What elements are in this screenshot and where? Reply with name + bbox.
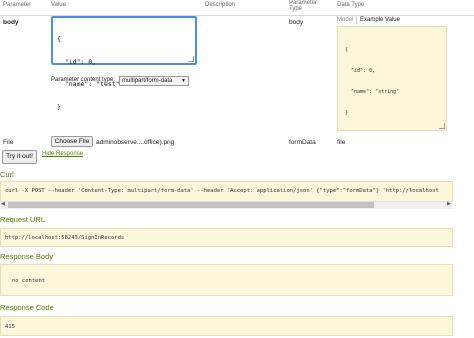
- choose-file-button[interactable]: Choose File: [51, 136, 93, 147]
- curl-section-title: Curl: [0, 170, 14, 179]
- request-url-box: http://localhost:58243/SignInRecords: [0, 228, 453, 247]
- response-body-text: no content: [12, 278, 46, 284]
- body-value-textarea[interactable]: { "id": 0, "name": "test" }: [51, 16, 197, 110]
- try-it-out-button[interactable]: Try it out!: [2, 150, 37, 164]
- response-body-section-title: Response Body: [0, 252, 53, 261]
- column-header-value: Value: [51, 2, 66, 8]
- selected-file-name: adminobserve....office).png: [96, 139, 175, 146]
- file-param-type: formData: [289, 139, 316, 146]
- column-header-description: Description: [205, 2, 236, 8]
- body-value-line: {: [57, 35, 61, 43]
- scroll-right-icon[interactable]: ▶: [447, 201, 451, 207]
- body-param-type: body: [289, 19, 304, 26]
- dropdown-arrow-icon: ▼: [181, 78, 186, 84]
- content-type-label: Parameter content type:: [51, 77, 116, 83]
- column-header-parameter-type-line2: Type: [289, 6, 303, 12]
- content-type-selected-value: multipart/form-data: [122, 78, 173, 84]
- response-body-box: no content: [0, 264, 453, 296]
- scroll-left-icon[interactable]: ◀: [1, 201, 5, 207]
- example-value-line: {: [345, 47, 349, 53]
- response-code-text: 415: [5, 324, 15, 330]
- resize-handle-icon[interactable]: [439, 123, 445, 129]
- response-code-box: 415: [0, 316, 453, 336]
- response-code-section-title: Response Code: [0, 303, 54, 312]
- column-header-parameter-type: Parameter Type: [289, 0, 317, 12]
- request-url-text: http://localhost:58243/SignInRecords: [5, 235, 125, 241]
- tab-example-value[interactable]: Example Value: [360, 17, 400, 23]
- content-type-select[interactable]: multipart/form-data ▼: [119, 76, 189, 86]
- file-data-type: file: [337, 139, 346, 146]
- tab-model[interactable]: Model: [337, 17, 353, 23]
- body-value-line: }: [57, 102, 61, 111]
- example-value-line: "id": 0,: [345, 68, 376, 74]
- example-value-panel[interactable]: { "id": 0, "name": "string" }: [337, 26, 447, 131]
- request-url-section-title: Request URL: [0, 215, 46, 224]
- body-value-line: "id": 0,: [57, 57, 97, 66]
- column-header-parameter: Parameter: [3, 2, 32, 8]
- curl-command-text: curl -X POST --header 'Content-Type: mul…: [5, 188, 439, 194]
- resize-handle-icon[interactable]: [188, 56, 194, 62]
- column-header-data-type: Data Type: [337, 2, 365, 8]
- tab-separator: [356, 16, 357, 24]
- hide-response-link[interactable]: Hide Response: [42, 151, 83, 157]
- scrollbar-thumb[interactable]: [8, 202, 374, 208]
- file-param-name: File: [3, 139, 14, 146]
- example-value-line: "name": "string": [345, 89, 400, 95]
- body-param-name: body: [3, 19, 19, 26]
- example-value-line: }: [345, 110, 349, 116]
